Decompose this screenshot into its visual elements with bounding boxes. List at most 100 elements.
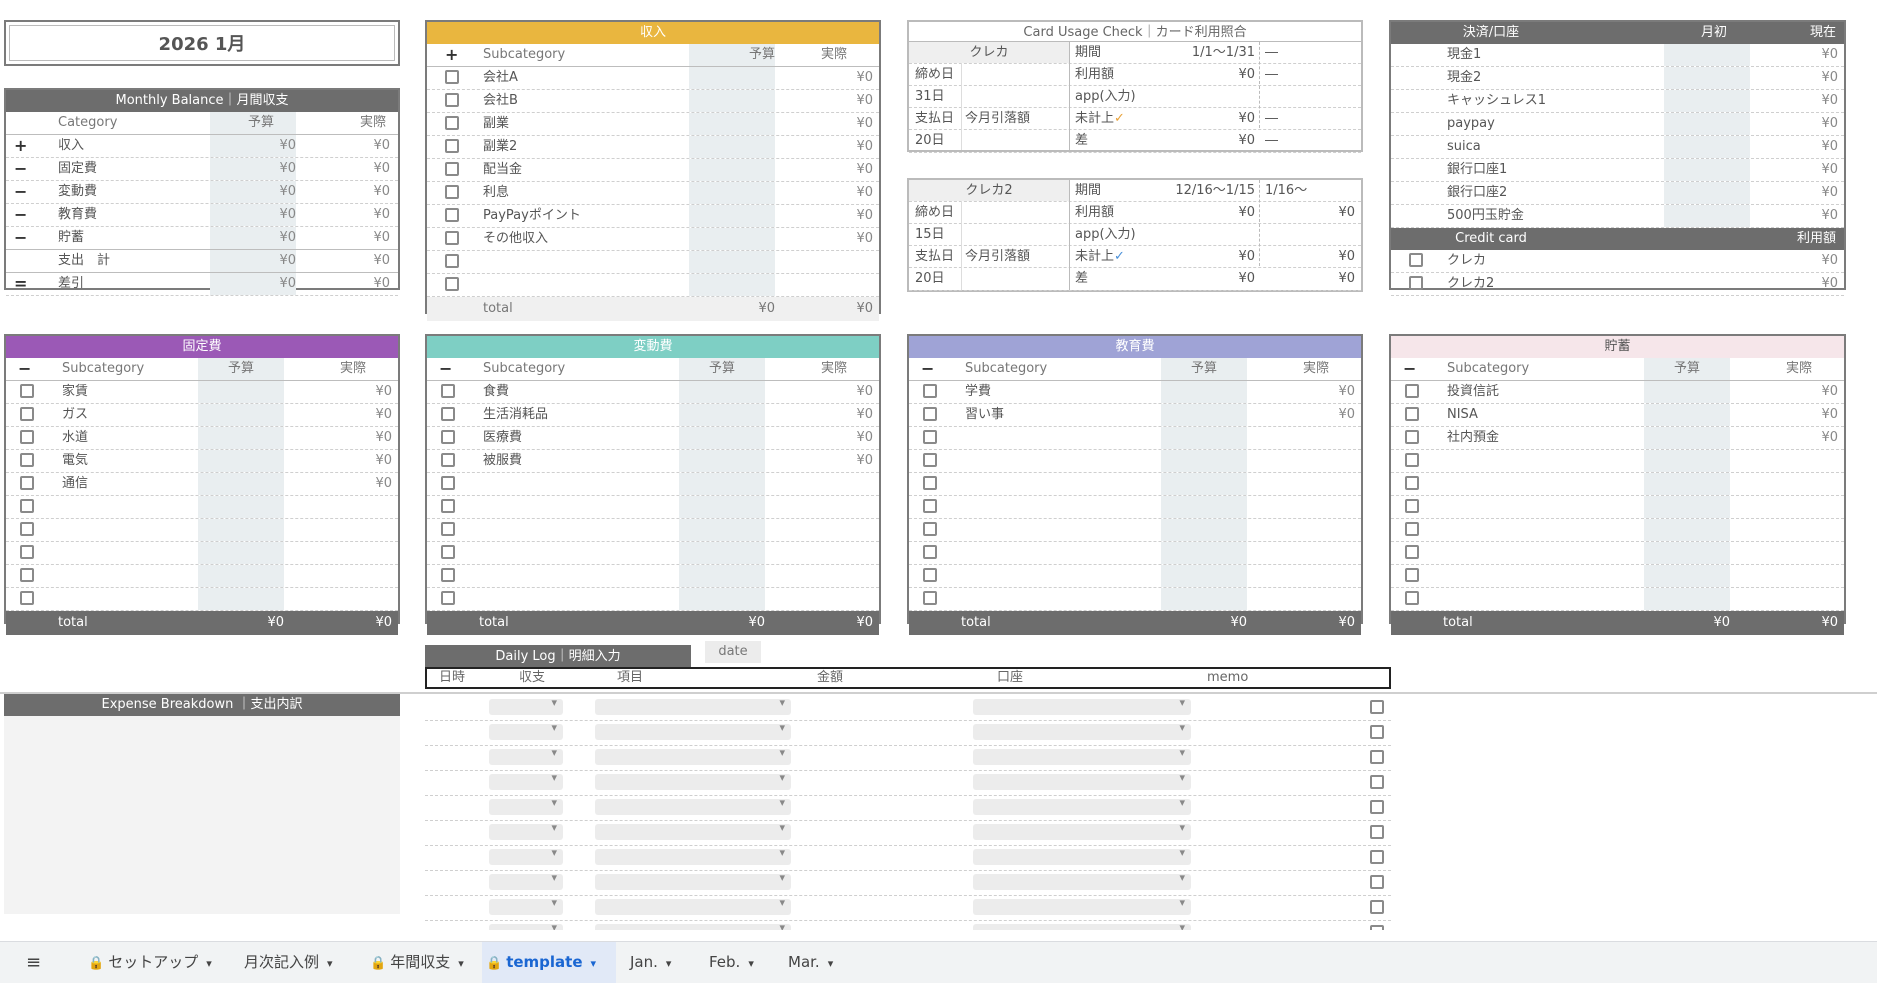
income-expense-dropdown[interactable] (489, 896, 563, 915)
account-dropdown[interactable] (973, 746, 1191, 765)
item-dropdown[interactable] (595, 896, 791, 915)
memo-checkbox[interactable] (1370, 775, 1384, 793)
item-dropdown[interactable] (595, 696, 791, 715)
item-dropdown[interactable] (595, 821, 791, 840)
item-dropdown[interactable] (595, 921, 791, 930)
row-checkbox[interactable] (441, 476, 455, 498)
row-checkbox[interactable] (923, 453, 937, 475)
account-dropdown[interactable] (973, 871, 1191, 890)
row-checkbox[interactable] (1405, 568, 1419, 590)
row-checkbox[interactable] (445, 93, 459, 115)
row-checkbox[interactable] (923, 591, 937, 613)
memo-checkbox[interactable] (1370, 900, 1384, 918)
row-checkbox[interactable] (441, 499, 455, 521)
memo-checkbox[interactable] (1370, 725, 1384, 743)
row-checkbox[interactable] (923, 430, 937, 452)
income-expense-dropdown[interactable] (489, 746, 563, 765)
memo-checkbox[interactable] (1370, 750, 1384, 768)
row-checkbox[interactable] (20, 407, 34, 429)
row-checkbox[interactable] (1405, 453, 1419, 475)
memo-checkbox[interactable] (1370, 825, 1384, 843)
row-checkbox[interactable] (445, 185, 459, 207)
memo-checkbox[interactable] (1370, 850, 1384, 868)
item-dropdown[interactable] (595, 796, 791, 815)
item-dropdown[interactable] (595, 871, 791, 890)
sheet-tab[interactable]: 🔒 template ▾ (482, 942, 616, 983)
memo-checkbox[interactable] (1370, 800, 1384, 818)
row-checkbox[interactable] (923, 545, 937, 567)
row-checkbox[interactable] (923, 407, 937, 429)
row-checkbox[interactable] (445, 70, 459, 92)
row-checkbox[interactable] (441, 430, 455, 452)
row-checkbox[interactable] (1405, 430, 1419, 452)
row-checkbox[interactable] (445, 139, 459, 161)
sheet-tab[interactable]: Feb. ▾ (705, 942, 771, 983)
sheet-tab[interactable]: 🔒 セットアップ ▾ (84, 942, 228, 983)
row-checkbox[interactable] (441, 453, 455, 475)
row-checkbox[interactable] (923, 476, 937, 498)
income-expense-dropdown[interactable] (489, 771, 563, 790)
row-checkbox[interactable] (1405, 407, 1419, 429)
memo-checkbox[interactable] (1370, 875, 1384, 893)
sheet-tab[interactable]: 🔒 年間収支 ▾ (366, 942, 474, 983)
page-title[interactable]: 2026 1月 (9, 25, 395, 61)
income-expense-dropdown[interactable] (489, 696, 563, 715)
row-checkbox[interactable] (445, 116, 459, 138)
account-dropdown[interactable] (973, 896, 1191, 915)
income-expense-dropdown[interactable] (489, 846, 563, 865)
memo-checkbox[interactable] (1370, 700, 1384, 718)
row-checkbox[interactable] (1405, 591, 1419, 613)
row-checkbox[interactable] (445, 277, 459, 299)
account-dropdown[interactable] (973, 696, 1191, 715)
row-checkbox[interactable] (441, 407, 455, 429)
account-dropdown[interactable] (973, 846, 1191, 865)
sheet-tab[interactable]: Jan. ▾ (626, 942, 692, 983)
income-expense-dropdown[interactable] (489, 721, 563, 740)
row-checkbox[interactable] (1405, 384, 1419, 406)
row-checkbox[interactable] (441, 591, 455, 613)
memo-checkbox[interactable] (1370, 925, 1384, 930)
row-checkbox[interactable] (441, 384, 455, 406)
row-checkbox[interactable] (20, 453, 34, 475)
row-checkbox[interactable] (20, 522, 34, 544)
row-checkbox[interactable] (441, 522, 455, 544)
all-sheets-menu-icon[interactable]: ≡ (26, 942, 50, 983)
item-dropdown[interactable] (595, 771, 791, 790)
row-checkbox[interactable] (445, 231, 459, 253)
row-checkbox[interactable] (441, 568, 455, 590)
row-checkbox[interactable] (923, 522, 937, 544)
row-checkbox[interactable] (441, 545, 455, 567)
row-checkbox[interactable] (1405, 522, 1419, 544)
account-dropdown[interactable] (973, 921, 1191, 930)
row-checkbox[interactable] (20, 568, 34, 590)
account-dropdown[interactable] (973, 821, 1191, 840)
account-dropdown[interactable] (973, 771, 1191, 790)
row-checkbox[interactable] (445, 208, 459, 230)
item-dropdown[interactable] (595, 721, 791, 740)
row-checkbox[interactable] (20, 499, 34, 521)
row-checkbox[interactable] (20, 476, 34, 498)
income-expense-dropdown[interactable] (489, 796, 563, 815)
date-chip[interactable]: date (705, 641, 761, 663)
account-dropdown[interactable] (973, 721, 1191, 740)
account-dropdown[interactable] (973, 796, 1191, 815)
sheet-tab[interactable]: Mar. ▾ (784, 942, 850, 983)
row-checkbox[interactable] (923, 568, 937, 590)
row-checkbox[interactable] (1405, 476, 1419, 498)
row-checkbox[interactable] (445, 254, 459, 276)
row-checkbox[interactable] (1409, 253, 1423, 275)
row-checkbox[interactable] (1405, 545, 1419, 567)
income-expense-dropdown[interactable] (489, 921, 563, 930)
row-checkbox[interactable] (1405, 499, 1419, 521)
income-expense-dropdown[interactable] (489, 871, 563, 890)
row-checkbox[interactable] (20, 591, 34, 613)
income-expense-dropdown[interactable] (489, 821, 563, 840)
row-checkbox[interactable] (20, 384, 34, 406)
item-dropdown[interactable] (595, 746, 791, 765)
row-checkbox[interactable] (445, 162, 459, 184)
row-checkbox[interactable] (20, 545, 34, 567)
row-checkbox[interactable] (1409, 276, 1423, 298)
row-checkbox[interactable] (923, 384, 937, 406)
sheet-tab[interactable]: 月次記入例 ▾ (240, 942, 350, 983)
row-checkbox[interactable] (20, 430, 34, 452)
